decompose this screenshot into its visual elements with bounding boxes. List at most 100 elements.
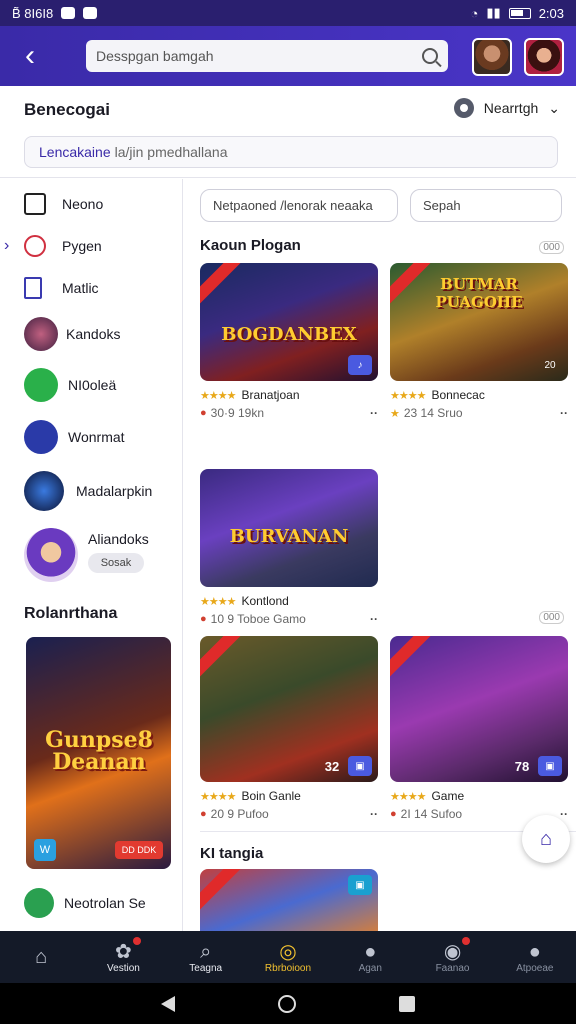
game-meta: 10 9 Toboe Gamo <box>210 612 306 626</box>
nav-atpoeae[interactable]: ● Atpoeae <box>494 931 576 983</box>
game-card[interactable]: ▣ <box>200 869 378 931</box>
game-logo: BOGDANBEX <box>221 324 357 346</box>
ribbon-badge <box>200 636 242 678</box>
puzzle-icon: ✿ <box>115 940 132 963</box>
sidebar-item-madalarpkin[interactable]: Madalarpkin <box>0 471 183 511</box>
game-thumbnail[interactable]: 32 ▣ <box>200 636 378 782</box>
nav-label: Faanao <box>435 962 470 974</box>
game-meta: 23 14 Sruo <box>403 406 463 420</box>
system-recents-icon[interactable] <box>398 995 415 1012</box>
game-avatar-icon <box>24 317 58 351</box>
nav-home[interactable]: ⌂ <box>0 931 82 983</box>
store-icon <box>24 420 58 454</box>
sidebar-item-kandoks[interactable]: Kandoks <box>0 316 183 352</box>
nav-agan[interactable]: ● Agan <box>329 931 411 983</box>
nav-label: Rbrboioon <box>264 962 312 974</box>
sidebar-item-wonrmat[interactable]: Wonrmat <box>0 419 183 455</box>
avatar[interactable] <box>472 38 512 76</box>
rating-stars: ★★★★ <box>200 389 236 402</box>
game-meta: 20 9 Pufoo <box>210 807 269 821</box>
sidebar-item-neotrolan[interactable]: Neotrolan Se <box>0 887 183 919</box>
sort-label: Nearrtgh <box>483 100 539 116</box>
system-home-icon[interactable] <box>277 994 296 1013</box>
game-thumbnail[interactable]: 78 ▣ <box>390 636 568 782</box>
game-card[interactable]: BURVANAN ★★★★ Kontlond ● 10 9 Toboe Gamo ·· <box>200 469 378 627</box>
nav-teagna[interactable]: ⌕ Teagna <box>165 931 247 983</box>
chevron-right-icon: › <box>4 237 10 254</box>
avatar[interactable] <box>524 38 564 76</box>
more-button[interactable]: 000 <box>539 611 564 624</box>
search-icon[interactable] <box>422 48 438 64</box>
page-title: Benecogai <box>24 100 110 119</box>
more-options-icon[interactable]: ·· <box>370 807 378 821</box>
sidebar-item-label: NI0oleä <box>68 377 117 393</box>
music-icon[interactable]: ♪ <box>348 355 372 375</box>
game-card[interactable]: BUTMAR PUAGOHE 20 ★★★★ Bonnecac ★ 23 14 Sr… <box>390 263 568 421</box>
home-fab-button[interactable]: ⌂ <box>522 815 570 863</box>
status-left-text: B̃ 8I6I8 <box>12 5 54 21</box>
rating-stars: ★★★★ <box>200 595 236 608</box>
character-avatar-icon <box>24 528 78 582</box>
sort-dropdown[interactable]: Nearrtgh ⌄ <box>453 98 560 118</box>
status-bar: B̃ 8I6I8 ◔ ▮▮ 2:03 <box>0 0 576 26</box>
search-placeholder: Desspgan bamgah <box>96 48 214 64</box>
sidebar-item-nioolea[interactable]: NI0oleä <box>0 367 183 403</box>
rating-stars: ★★★★ <box>390 790 426 803</box>
nav-rbrboioon[interactable]: ◎ Rbrboioon <box>247 931 329 983</box>
sidebar-item-label: Aliandoks <box>88 531 149 547</box>
divider <box>200 831 576 832</box>
nav-vestion[interactable]: ✿ Vestion <box>82 931 164 983</box>
game-thumbnail[interactable]: BOGDANBEX ♪ <box>200 263 378 381</box>
game-card[interactable]: BOGDANBEX ♪ ★★★★ Branatjoan ● 30·9 19kn ·· <box>200 263 378 421</box>
filter-chip[interactable]: Netpaoned /lenorak neaaka <box>200 189 398 222</box>
promo-banner[interactable]: Gunpse8 Deanan W DD DDK <box>26 637 171 869</box>
sidebar-item-aliandoks[interactable]: Aliandoks Sosak <box>0 527 183 583</box>
tv-icon[interactable]: ▣ <box>348 875 372 895</box>
more-options-icon[interactable]: ·· <box>560 406 568 420</box>
more-options-icon[interactable]: ·· <box>370 612 378 626</box>
sidebar-item-pygen[interactable]: › Pygen <box>0 233 183 259</box>
game-title: Kontlond <box>241 594 289 608</box>
more-options-icon[interactable]: ·· <box>560 807 568 821</box>
nav-faanao[interactable]: ◉ Faanao <box>411 931 493 983</box>
notification-badge <box>461 937 470 945</box>
ribbon-badge <box>200 263 242 305</box>
notification-badge <box>132 937 141 945</box>
promo-tag: W <box>34 839 56 861</box>
back-button[interactable]: ‹ <box>0 26 60 86</box>
bookmark-icon[interactable]: ▣ <box>538 756 562 776</box>
sidebar-item-label: Kandoks <box>66 326 121 342</box>
sidebar-section-title: Rolanrthana <box>24 605 118 622</box>
section-title: Kaoun Plogan <box>200 237 301 254</box>
game-meta: 30·9 19kn <box>210 406 265 420</box>
filter-chip[interactable]: Sepah <box>410 189 562 222</box>
ribbon-badge <box>200 869 242 911</box>
game-card[interactable]: 32 ▣ ★★★★ Boin Ganle ● 20 9 Pufoo ·· <box>200 636 378 822</box>
leaf-icon <box>24 888 54 918</box>
system-back-icon[interactable] <box>161 995 176 1012</box>
rating-stars: ★★★★ <box>390 389 426 402</box>
status-badge[interactable]: Sosak <box>88 553 144 573</box>
sidebar-item-matlic[interactable]: Matlic <box>0 275 183 301</box>
search-input[interactable]: Desspgan bamgah <box>86 40 448 72</box>
game-card[interactable]: 78 ▣ ★★★★ Game ● 2I 14 Sufoo ·· <box>390 636 568 822</box>
check-circle-icon <box>24 235 46 257</box>
game-thumbnail[interactable]: ▣ <box>200 869 378 931</box>
promo-badge[interactable]: DD DDK <box>115 841 163 859</box>
more-button[interactable]: 000 <box>539 241 564 254</box>
more-options-icon[interactable]: ·· <box>370 406 378 420</box>
location-icon: ● <box>200 808 207 820</box>
sidebar-item-label: Madalarpkin <box>76 483 153 499</box>
battery-icon <box>508 7 531 19</box>
nav-label: Agan <box>358 962 382 974</box>
bookmark-icon[interactable]: ▣ <box>348 756 372 776</box>
promo-title: Gunpse8 Deanan <box>45 727 153 775</box>
home-icon: ⌂ <box>539 827 553 850</box>
nav-label: Teagna <box>189 962 223 974</box>
game-thumbnail[interactable]: BUTMAR PUAGOHE 20 <box>390 263 568 381</box>
sidebar-item-label: Neono <box>62 196 104 212</box>
sidebar-item-neono[interactable]: Neono <box>0 191 183 217</box>
game-thumbnail[interactable]: BURVANAN <box>200 469 378 587</box>
section-title: KI tangia <box>200 845 264 862</box>
filter-input[interactable]: Lencakaine la/jin pmedhallana <box>24 136 558 168</box>
